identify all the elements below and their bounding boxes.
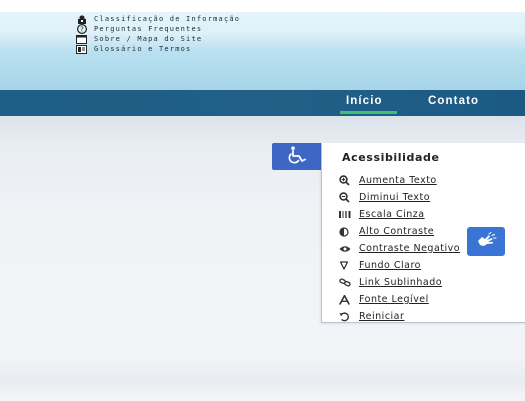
main-nav: Início Contato <box>0 90 525 116</box>
zoom-out-icon <box>339 192 353 204</box>
wheelchair-icon <box>286 145 308 168</box>
vlibras-button[interactable] <box>467 227 505 256</box>
nav-link-contato[interactable]: Contato <box>428 95 479 107</box>
utility-links: Classificação de Informação ? Perguntas … <box>76 14 240 54</box>
utility-link-label: Classificação de Informação <box>94 15 241 23</box>
utility-link-label: Glossário e Termos <box>94 45 192 53</box>
option-label: Contraste Negativo <box>359 243 461 254</box>
nav-link-inicio[interactable]: Início <box>346 95 383 107</box>
utility-link-label: Perguntas Frequentes <box>94 25 203 33</box>
option-label: Alto Contraste <box>359 226 435 237</box>
option-reset[interactable]: Reiniciar <box>339 308 460 325</box>
font-icon <box>339 294 353 306</box>
option-readable-font[interactable]: Fonte Legível <box>339 291 460 308</box>
utility-link-faq[interactable]: ? Perguntas Frequentes <box>76 24 240 34</box>
utility-link-label: Sobre / Mapa do Site <box>94 35 203 43</box>
option-grayscale[interactable]: Escala Cinza <box>339 206 460 223</box>
option-label: Fonte Legível <box>359 294 429 305</box>
sign-language-icon <box>475 231 497 252</box>
grayscale-icon <box>339 209 353 221</box>
glossary-icon <box>76 44 87 54</box>
nav-active-indicator <box>340 111 397 114</box>
option-label: Link Sublinhado <box>359 277 443 288</box>
utility-link-glossary[interactable]: Glossário e Termos <box>76 44 240 54</box>
eye-icon <box>339 243 353 255</box>
question-icon: ? <box>76 24 87 34</box>
classification-icon <box>76 14 87 24</box>
svg-text:?: ? <box>80 26 84 34</box>
option-underline-links[interactable]: Link Sublinhado <box>339 274 460 291</box>
accessibility-options: Aumenta Texto Diminui Texto Escala Cinza… <box>339 172 460 325</box>
reset-icon <box>339 311 353 323</box>
option-high-contrast[interactable]: Alto Contraste <box>339 223 460 240</box>
option-decrease-text[interactable]: Diminui Texto <box>339 189 460 206</box>
utility-link-sitemap[interactable]: Sobre / Mapa do Site <box>76 34 240 44</box>
option-light-background[interactable]: Fundo Claro <box>339 257 460 274</box>
contrast-icon <box>339 226 353 238</box>
accessibility-toggle-button[interactable] <box>272 143 321 170</box>
sitemap-icon <box>76 34 87 44</box>
link-icon <box>339 277 353 289</box>
option-label: Aumenta Texto <box>359 175 437 186</box>
bulb-icon <box>339 260 353 272</box>
accessibility-panel-title: Acessibilidade <box>342 151 440 164</box>
option-label: Fundo Claro <box>359 260 421 271</box>
option-label: Diminui Texto <box>359 192 431 203</box>
option-label: Reiniciar <box>359 311 405 322</box>
top-strip <box>0 0 525 12</box>
option-increase-text[interactable]: Aumenta Texto <box>339 172 460 189</box>
utility-link-classification[interactable]: Classificação de Informação <box>76 14 240 24</box>
zoom-in-icon <box>339 175 353 187</box>
option-label: Escala Cinza <box>359 209 425 220</box>
option-negative-contrast[interactable]: Contraste Negativo <box>339 240 460 257</box>
